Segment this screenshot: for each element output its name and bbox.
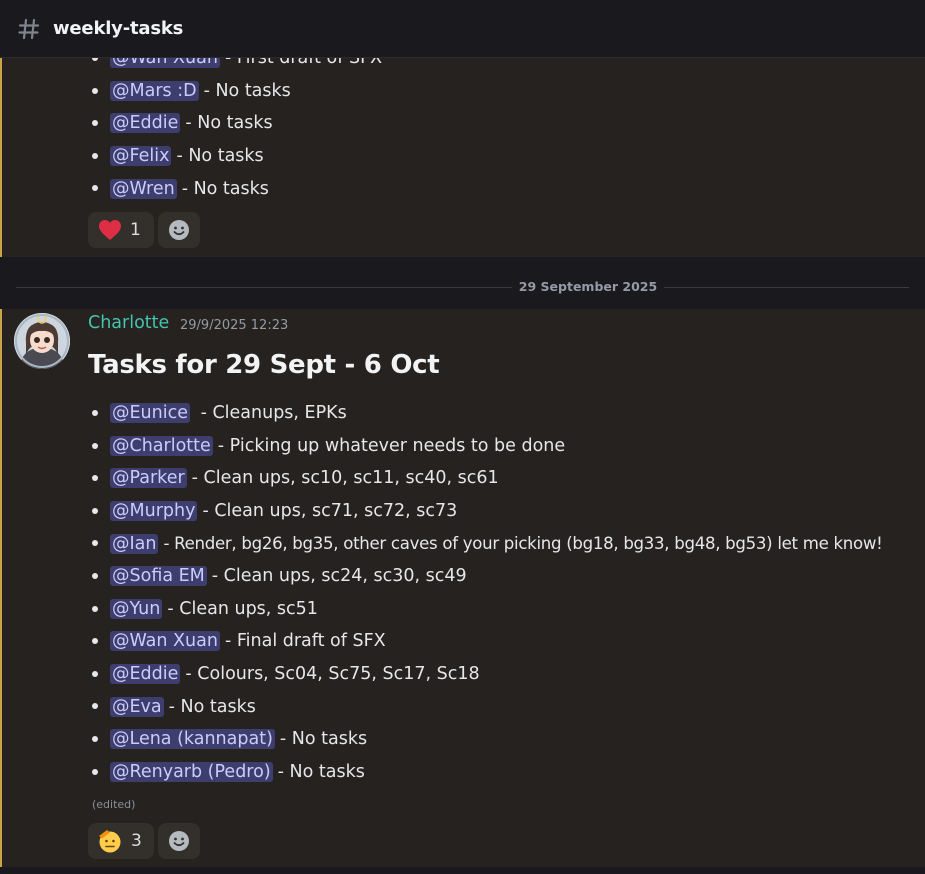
add-reaction-button[interactable]: [158, 212, 200, 248]
avatar[interactable]: [14, 313, 70, 369]
list-item: @Eva - No tasks: [92, 690, 882, 723]
user-mention[interactable]: @Charlotte: [110, 435, 213, 456]
user-mention[interactable]: @Ian: [110, 533, 159, 554]
bottom-strip: [0, 867, 925, 874]
user-mention[interactable]: @Murphy: [110, 501, 198, 522]
reaction-count: 3: [131, 831, 142, 851]
user-mention[interactable]: @Wan Xuan: [110, 58, 220, 69]
channel-header: weekly-tasks: [0, 0, 925, 58]
channel-name[interactable]: weekly-tasks: [53, 18, 183, 39]
divider-line-left: [16, 287, 512, 288]
user-mention[interactable]: @Wan Xuan: [110, 631, 220, 652]
task-text: - Colours, Sc04, Sc75, Sc17, Sc18: [185, 664, 480, 685]
list-item: @Wan Xuan - First draft of SFX: [92, 58, 383, 75]
smiley-add-reaction-icon: [168, 830, 190, 852]
task-text: - No tasks: [168, 696, 256, 717]
user-mention[interactable]: @Sofia EM: [110, 566, 207, 587]
user-mention[interactable]: @Yun: [110, 598, 163, 619]
user-mention[interactable]: @Wren: [110, 178, 177, 199]
add-reaction-button[interactable]: [158, 823, 200, 859]
task-text: - No tasks: [277, 761, 365, 782]
task-text: - Clean ups, sc71, sc72, sc73: [202, 501, 458, 522]
previous-task-list: @Wan Xuan - First draft of SFX @Mars :D - …: [92, 58, 383, 205]
task-text: - Cleanups, EPKs: [195, 403, 347, 424]
user-mention[interactable]: @Eva: [110, 696, 164, 717]
task-text: - Clean ups, sc10, sc11, sc40, sc61: [191, 468, 499, 489]
saluting-face-emoji: [97, 828, 123, 854]
divider-line-right: [664, 287, 909, 288]
task-text: - No tasks: [279, 729, 368, 750]
user-mention[interactable]: @Renyarb (Pedro): [110, 761, 273, 782]
date-divider: 29 September 2025: [518, 279, 658, 294]
task-text: - No tasks: [185, 113, 273, 134]
list-item: @Eddie - No tasks: [92, 107, 382, 140]
list-item: @Parker - Clean ups, sc10, sc11, sc40, sc…: [92, 462, 882, 495]
user-mention[interactable]: @Eddie: [110, 664, 181, 685]
message-timestamp[interactable]: 29/9/2025 12:23: [180, 318, 288, 333]
user-mention[interactable]: @Eddie: [110, 113, 181, 134]
list-item: @Wan Xuan - Final draft of SFX: [92, 625, 882, 658]
date-divider-area: [0, 257, 925, 309]
list-item: @Wren - No tasks: [92, 172, 382, 205]
message: @Eunice - Cleanups, EPKs @Charlotte - Pic…: [0, 309, 925, 867]
task-list: @Eunice - Cleanups, EPKs @Charlotte - Pic…: [92, 397, 883, 789]
heart-emoji: [98, 219, 122, 241]
task-text: - Render, bg26, bg35, other caves of you…: [163, 534, 883, 554]
list-item: @Ian - Render, bg26, bg35, other caves of…: [92, 527, 883, 560]
list-item: @Eddie - Colours, Sc04, Sc75, Sc17, Sc18: [92, 658, 882, 691]
task-text: - No tasks: [176, 146, 264, 167]
reaction-count: 1: [130, 220, 141, 240]
task-text: - No tasks: [203, 80, 291, 101]
list-item: @Eunice - Cleanups, EPKs: [92, 397, 882, 430]
heart-reaction-button[interactable]: 1: [88, 212, 154, 248]
edited-label: (edited): [92, 798, 136, 811]
list-item: @Felix - No tasks: [92, 140, 382, 173]
task-text: - Picking up whatever needs to be done: [217, 435, 566, 456]
list-item: @Yun - Clean ups, sc51: [92, 593, 882, 626]
smiley-add-reaction-icon: [168, 219, 190, 241]
task-text: - Clean ups, sc24, sc30, sc49: [211, 566, 467, 587]
previous-message: @Wan Xuan - First draft of SFX @Mars :D - …: [0, 58, 925, 257]
user-mention[interactable]: @Felix: [110, 146, 172, 167]
list-item: @Mars :D - No tasks: [92, 75, 382, 108]
author-name[interactable]: Charlotte: [88, 313, 169, 333]
list-item: @Sofia EM - Clean ups, sc24, sc30, sc49: [92, 560, 882, 593]
user-mention[interactable]: @Parker: [110, 468, 187, 489]
salute-reaction-button[interactable]: 3: [88, 823, 154, 859]
list-item: @Lena (kannapat) - No tasks: [92, 723, 882, 756]
hash-icon: [18, 18, 40, 40]
task-text: - First draft of SFX: [224, 58, 383, 69]
task-text: - Final draft of SFX: [224, 631, 386, 652]
list-item: @Charlotte - Picking up whatever needs to…: [92, 430, 882, 463]
user-mention[interactable]: @Lena (kannapat): [110, 729, 275, 750]
task-text: - Clean ups, sc51: [167, 598, 318, 619]
user-mention[interactable]: @Eunice: [110, 403, 190, 424]
task-text: - No tasks: [181, 178, 269, 199]
message-heading: Tasks for 29 Sept - 6 Oct: [88, 350, 440, 380]
list-item: @Renyarb (Pedro) - No tasks: [92, 756, 882, 789]
list-item: @Murphy - Clean ups, sc71, sc72, sc73: [92, 495, 882, 528]
user-mention[interactable]: @Mars :D: [110, 80, 199, 101]
